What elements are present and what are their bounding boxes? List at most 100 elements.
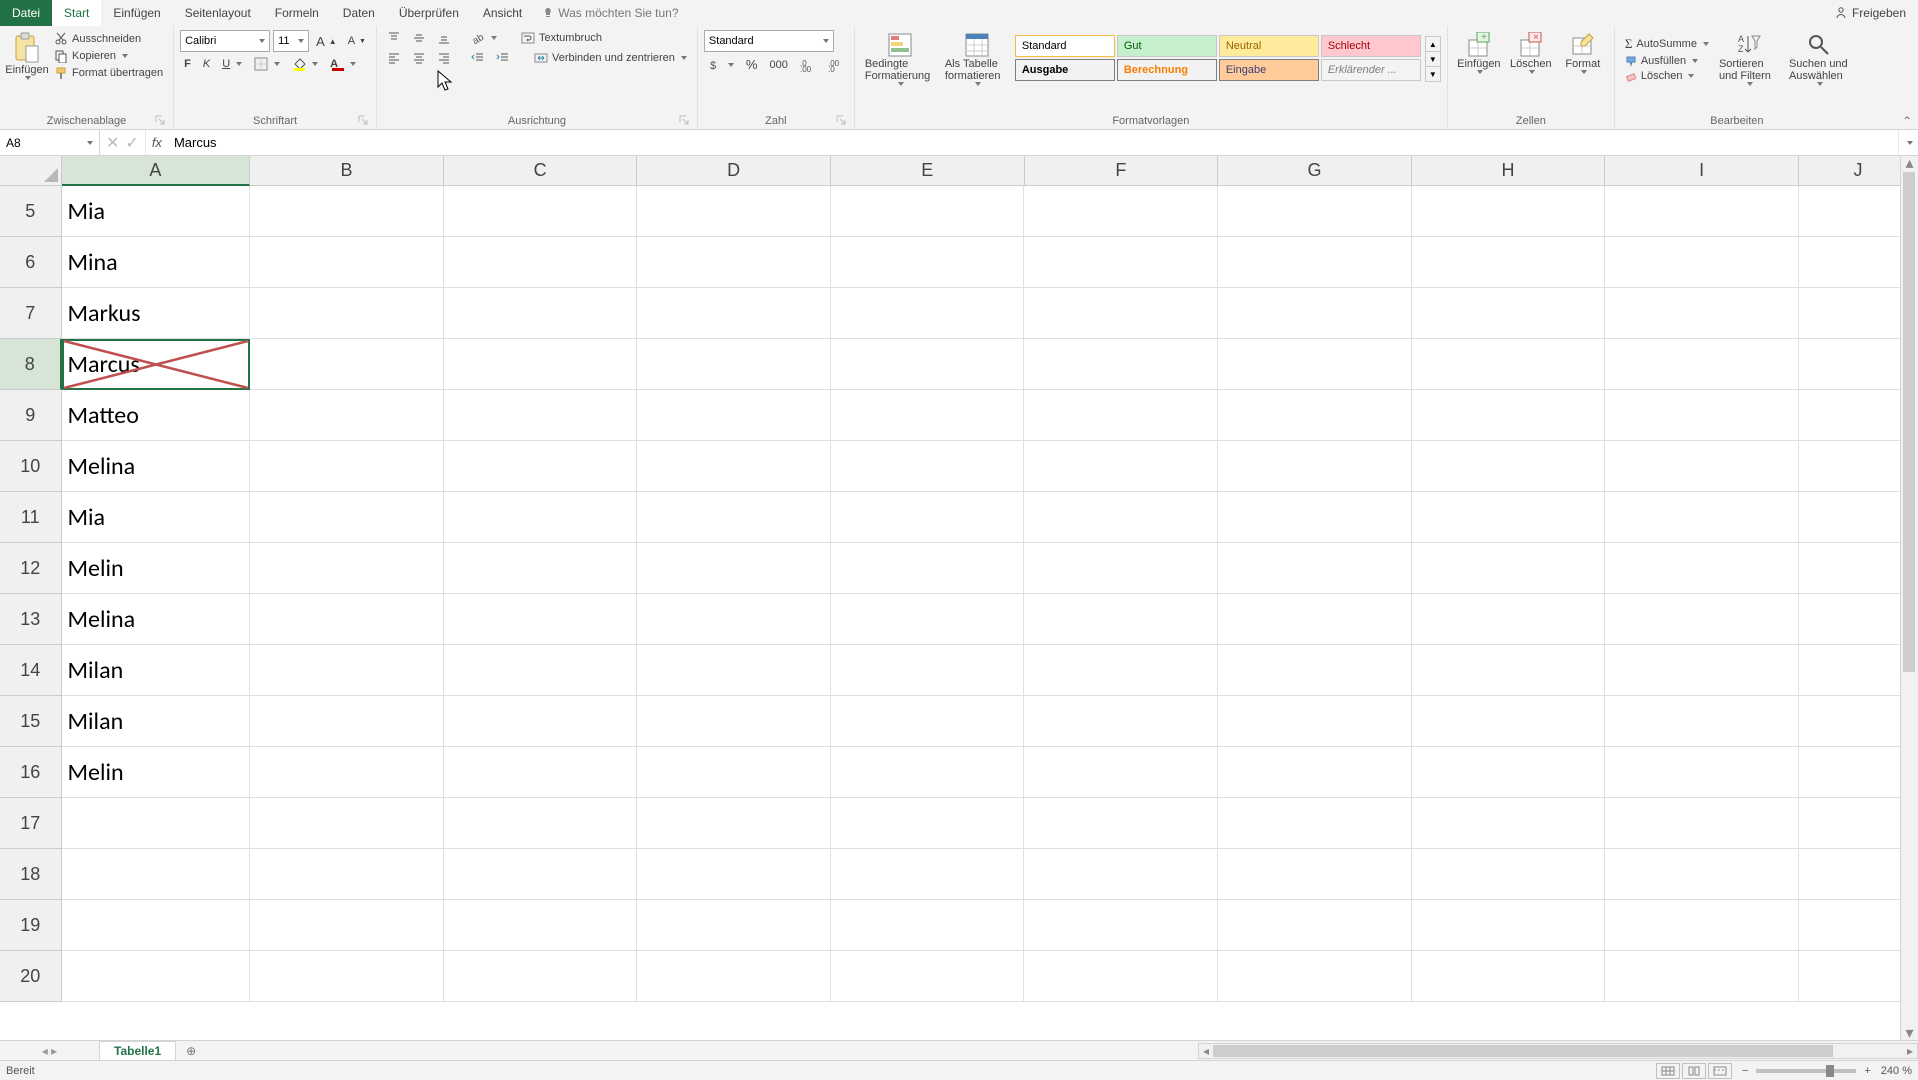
decrease-indent-button[interactable] bbox=[467, 50, 489, 66]
tab-file[interactable]: Datei bbox=[0, 0, 52, 26]
cell[interactable] bbox=[62, 849, 251, 900]
cell[interactable] bbox=[1605, 951, 1799, 1002]
cancel-formula-button[interactable]: ✕ bbox=[106, 133, 119, 153]
cell[interactable] bbox=[637, 696, 831, 747]
cell[interactable] bbox=[1605, 543, 1799, 594]
percent-format-button[interactable]: % bbox=[742, 56, 762, 73]
cell[interactable] bbox=[637, 543, 831, 594]
add-sheet-button[interactable]: ⊕ bbox=[176, 1041, 206, 1060]
row-header[interactable]: 18 bbox=[0, 849, 62, 900]
cell[interactable] bbox=[831, 900, 1025, 951]
styles-more-button[interactable]: ▼ bbox=[1426, 67, 1440, 81]
cell[interactable] bbox=[1412, 543, 1606, 594]
cell[interactable] bbox=[250, 339, 444, 390]
cell[interactable]: Melina bbox=[62, 441, 251, 492]
cell-style-explanatory[interactable]: Erklärender ... bbox=[1321, 59, 1421, 81]
cell[interactable] bbox=[1218, 645, 1412, 696]
number-format-combo[interactable]: Standard bbox=[704, 30, 834, 52]
cell[interactable] bbox=[250, 747, 444, 798]
row-header[interactable]: 13 bbox=[0, 594, 62, 645]
cell[interactable]: Marcus bbox=[62, 339, 251, 390]
page-layout-view-button[interactable] bbox=[1682, 1063, 1706, 1079]
fill-color-button[interactable] bbox=[288, 56, 322, 72]
cell[interactable]: Mia bbox=[62, 186, 251, 237]
cell[interactable] bbox=[1412, 849, 1606, 900]
row-header[interactable]: 6 bbox=[0, 237, 62, 288]
cell[interactable] bbox=[1605, 390, 1799, 441]
dialog-launcher-icon[interactable] bbox=[358, 115, 368, 125]
cell[interactable] bbox=[1605, 594, 1799, 645]
fx-icon[interactable]: fx bbox=[146, 130, 168, 155]
cell[interactable] bbox=[637, 747, 831, 798]
select-all-button[interactable] bbox=[0, 156, 62, 186]
cell[interactable] bbox=[1024, 900, 1218, 951]
cell[interactable] bbox=[1218, 237, 1412, 288]
cell[interactable] bbox=[637, 186, 831, 237]
wrap-text-button[interactable]: Textumbruch bbox=[517, 30, 606, 46]
column-header-G[interactable]: G bbox=[1218, 156, 1412, 186]
cell[interactable] bbox=[1412, 390, 1606, 441]
increase-decimal-button[interactable]: ,0,00 bbox=[796, 57, 820, 73]
normal-view-button[interactable] bbox=[1656, 1063, 1680, 1079]
horizontal-scrollbar[interactable]: ◂ ▸ bbox=[1198, 1043, 1918, 1059]
hscroll-right-button[interactable]: ▸ bbox=[1903, 1044, 1917, 1058]
formula-expand-button[interactable] bbox=[1898, 130, 1918, 155]
vertical-scrollbar[interactable]: ▴ ▾ bbox=[1900, 156, 1918, 1040]
copy-button[interactable]: Kopieren bbox=[50, 48, 167, 64]
tell-me-search[interactable]: Was möchten Sie tun? bbox=[542, 0, 678, 26]
cell[interactable] bbox=[831, 543, 1025, 594]
cell[interactable] bbox=[444, 543, 638, 594]
cell[interactable] bbox=[1024, 747, 1218, 798]
cell[interactable] bbox=[62, 900, 251, 951]
name-box[interactable]: A8 bbox=[0, 130, 100, 155]
styles-scroll-up[interactable]: ▲ bbox=[1426, 37, 1440, 52]
cell[interactable] bbox=[444, 390, 638, 441]
cell[interactable] bbox=[1024, 441, 1218, 492]
cell[interactable] bbox=[1412, 900, 1606, 951]
cell[interactable] bbox=[637, 288, 831, 339]
row-header[interactable]: 10 bbox=[0, 441, 62, 492]
cell[interactable] bbox=[250, 798, 444, 849]
column-header-H[interactable]: H bbox=[1412, 156, 1606, 186]
cell[interactable] bbox=[1412, 798, 1606, 849]
cell[interactable] bbox=[1024, 186, 1218, 237]
italic-button[interactable]: K bbox=[199, 57, 214, 71]
cell[interactable] bbox=[1605, 798, 1799, 849]
zoom-level[interactable]: 240 % bbox=[1881, 1065, 1912, 1077]
cell[interactable] bbox=[250, 900, 444, 951]
cell[interactable] bbox=[1024, 849, 1218, 900]
cell[interactable] bbox=[1024, 798, 1218, 849]
paste-button[interactable]: Einfügen bbox=[6, 30, 48, 82]
cell[interactable]: Milan bbox=[62, 645, 251, 696]
tab-review[interactable]: Überprüfen bbox=[387, 0, 471, 26]
zoom-out-button[interactable]: − bbox=[1742, 1065, 1748, 1077]
cell[interactable] bbox=[831, 237, 1025, 288]
column-header-I[interactable]: I bbox=[1605, 156, 1799, 186]
cell[interactable]: Milan bbox=[62, 696, 251, 747]
cell[interactable] bbox=[831, 186, 1025, 237]
sheet-tab-1[interactable]: Tabelle1 bbox=[100, 1041, 176, 1060]
cell[interactable] bbox=[444, 186, 638, 237]
cell-style-standard[interactable]: Standard bbox=[1015, 35, 1115, 57]
sort-filter-button[interactable]: AZ Sortieren und Filtern bbox=[1715, 30, 1783, 88]
cell[interactable] bbox=[1024, 645, 1218, 696]
row-header[interactable]: 17 bbox=[0, 798, 62, 849]
cell[interactable] bbox=[1218, 288, 1412, 339]
cell[interactable] bbox=[250, 186, 444, 237]
cell[interactable]: Melina bbox=[62, 594, 251, 645]
borders-button[interactable] bbox=[250, 56, 284, 72]
row-header[interactable]: 20 bbox=[0, 951, 62, 1002]
vscroll-thumb[interactable] bbox=[1903, 172, 1915, 672]
cell[interactable] bbox=[831, 645, 1025, 696]
zoom-slider[interactable] bbox=[1756, 1069, 1856, 1073]
column-header-F[interactable]: F bbox=[1025, 156, 1219, 186]
font-color-button[interactable]: A bbox=[326, 56, 360, 72]
align-right-button[interactable] bbox=[433, 50, 455, 66]
row-header[interactable]: 7 bbox=[0, 288, 62, 339]
delete-cells-button[interactable]: × Löschen bbox=[1506, 30, 1556, 76]
cell[interactable] bbox=[1218, 390, 1412, 441]
find-select-button[interactable]: Suchen und Auswählen bbox=[1785, 30, 1853, 88]
cell[interactable] bbox=[831, 339, 1025, 390]
cell[interactable]: Melin bbox=[62, 747, 251, 798]
cell[interactable] bbox=[1024, 594, 1218, 645]
